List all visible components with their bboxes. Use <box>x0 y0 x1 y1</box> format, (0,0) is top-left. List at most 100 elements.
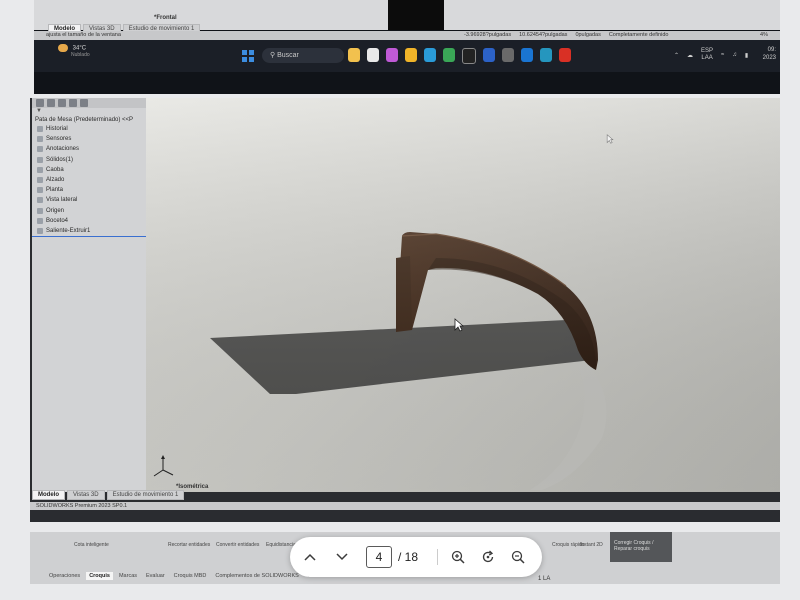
taskbar-search[interactable]: ⚲ Buscar <box>262 48 344 63</box>
feature-tree-item[interactable]: Sólidos(1) <box>32 155 146 165</box>
cloud-icon[interactable]: ☁ <box>687 52 693 59</box>
model-scene <box>146 98 780 492</box>
feature-tree-item-label: Origen <box>46 207 65 214</box>
config-manager-icon[interactable] <box>58 99 66 107</box>
page-total-label: / 18 <box>398 550 419 564</box>
xbox-icon[interactable] <box>502 48 514 62</box>
tab-sketch[interactable]: Croquis <box>86 572 113 580</box>
cloud-sun-icon <box>58 44 68 52</box>
feature-tree-item-label: Sólidos(1) <box>46 156 74 163</box>
history-icon <box>37 126 43 132</box>
battery-icon[interactable]: ▮ <box>745 52 748 59</box>
black-panel <box>388 0 444 30</box>
status-bar: ajusta el tamaño de la ventana -3.96928?… <box>34 31 780 40</box>
property-manager-icon[interactable] <box>47 99 55 107</box>
start-button[interactable] <box>242 50 254 62</box>
feature-tree-item-label: Anotaciones <box>46 146 80 153</box>
status-hint: ajusta el tamaño de la ventana <box>46 32 121 38</box>
chevron-down-icon <box>336 553 348 561</box>
feature-manager-toolbar <box>32 98 146 108</box>
display-manager-icon[interactable] <box>80 99 88 107</box>
chrome-browser-icon[interactable] <box>443 48 455 62</box>
widget-app-icon[interactable] <box>348 48 360 62</box>
chevron-up-icon[interactable]: ⌃ <box>674 52 679 59</box>
pdf-viewer-toolbar: / 18 <box>290 537 542 577</box>
dimxpert-icon[interactable] <box>69 99 77 107</box>
clock-date: 2023 <box>762 55 776 61</box>
feature-tree-list: Historial Sensores Anotaciones Sólidos(1) Ca… <box>32 124 146 238</box>
zoom-out-icon <box>511 550 525 564</box>
previous-page-button[interactable] <box>298 545 322 569</box>
instant-2d-button[interactable]: Instant 2D <box>580 542 603 548</box>
coordinates-readout: -3.96928?pulgadas 10.62454?pulgadas 0pul… <box>464 32 668 38</box>
previous-photo-screen: *Frontal Modelo Vistas 3D Estudio de mov… <box>34 0 780 94</box>
search-placeholder: Buscar <box>277 52 299 59</box>
tab-motion-study[interactable]: Estudio de movimiento 1 <box>106 490 185 500</box>
sensor-icon <box>37 136 43 143</box>
feature-tree-item[interactable]: Planta <box>32 185 146 195</box>
feature-manager-panel: ▼ Pata de Mesa (Predeterminado) <<P Hist… <box>32 98 147 492</box>
feature-tree-item-label: Caoba <box>46 166 64 173</box>
feature-tree-item[interactable]: Vista lateral <box>32 195 146 205</box>
zoom-out-button[interactable] <box>506 545 530 569</box>
tab-3d-views[interactable]: Vistas 3D <box>67 490 105 500</box>
feature-tree-item[interactable]: Alzado <box>32 175 146 185</box>
part-root-node[interactable]: Pata de Mesa (Predeterminado) <<P <box>32 116 146 124</box>
feature-tree-item-label: Saliente-Extruir1 <box>46 227 91 234</box>
copilot-icon[interactable] <box>386 48 398 62</box>
weather-widget[interactable]: 34°C Nublado <box>58 44 90 58</box>
feature-tree-item[interactable]: Origen <box>32 206 146 216</box>
rotate-button[interactable] <box>476 545 500 569</box>
convert-entities-button[interactable]: Convertir entidades <box>216 542 259 548</box>
feature-tree-icon[interactable] <box>36 99 44 107</box>
extrude-icon <box>37 227 43 234</box>
sketch-icon <box>37 217 43 224</box>
language-indicator[interactable]: ESP LAA <box>701 48 713 62</box>
edge-browser-icon[interactable] <box>424 48 436 62</box>
plane-icon <box>37 197 43 204</box>
volume-icon[interactable]: ♫ <box>732 52 737 58</box>
pinned-apps <box>348 48 571 64</box>
reference-triad-icon <box>153 455 174 477</box>
feature-tree-item[interactable]: Historial <box>32 124 146 134</box>
file-explorer-icon[interactable] <box>405 48 417 62</box>
task-view-icon[interactable] <box>367 48 379 62</box>
top-app-area: *Frontal Modelo Vistas 3D Estudio de mov… <box>34 0 780 34</box>
text-fragment: 1 LA <box>538 576 551 582</box>
status-bar: SOLIDWORKS Premium 2023 SP0.1 <box>30 502 780 510</box>
zoom-in-button[interactable] <box>446 545 470 569</box>
app-icon-2[interactable] <box>540 48 552 62</box>
feature-tree-item[interactable]: Anotaciones <box>32 144 146 154</box>
model-tabs: Modelo Vistas 3D Estudio de movimiento 1 <box>32 490 185 500</box>
smart-dimension-button[interactable]: Cota inteligente <box>74 542 109 548</box>
feature-tree-item[interactable]: Saliente-Extruir1 <box>32 226 146 238</box>
tab-evaluate[interactable]: Evaluar <box>143 572 168 580</box>
wifi-icon[interactable]: ≈ <box>721 52 724 58</box>
page-number-input[interactable] <box>366 546 392 568</box>
command-manager-tabs: Operaciones Croquis Marcas Evaluar Croqu… <box>46 572 329 580</box>
app-icon[interactable] <box>462 48 476 64</box>
zoom-in-icon <box>451 550 465 564</box>
app-icon-3[interactable] <box>559 48 571 62</box>
feature-tree-item[interactable]: Boceto4 <box>32 216 146 226</box>
filter-icon[interactable]: ▼ <box>32 108 146 116</box>
tab-mbd-sketch[interactable]: Croquis MBD <box>171 572 210 580</box>
tab-addins[interactable]: Complementos de SOLIDWORKS <box>212 572 301 580</box>
chevron-up-icon <box>304 553 316 561</box>
weather-desc: Nublado <box>71 52 90 58</box>
tab-markup[interactable]: Marcas <box>116 572 140 580</box>
store-icon[interactable] <box>521 48 533 62</box>
graphics-area[interactable]: *Isométrica <box>146 98 780 492</box>
trim-entities-button[interactable]: Recortar entidades <box>168 542 210 548</box>
feature-tree-item-label: Historial <box>46 126 68 132</box>
solidworks-app-icon[interactable] <box>483 48 495 62</box>
feature-tree-item[interactable]: Caoba <box>32 165 146 175</box>
taskbar-clock[interactable]: 09: 2023 <box>763 46 776 62</box>
feature-tree-item[interactable]: Sensores <box>32 134 146 144</box>
repair-sketch-button[interactable]: Corregir Croquis / Reparar croquis <box>610 532 672 562</box>
tab-model[interactable]: Modelo <box>32 490 65 500</box>
windows-taskbar: 34°C Nublado ⚲ Buscar ⌃ ☁ ESP LAA ≈ ♫ ▮ … <box>34 40 780 72</box>
tab-features[interactable]: Operaciones <box>46 572 83 580</box>
next-page-button[interactable] <box>330 545 354 569</box>
percent-readout: 4% <box>760 32 768 38</box>
